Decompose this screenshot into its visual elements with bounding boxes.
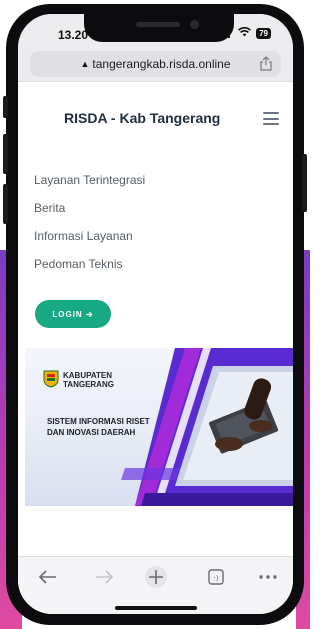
tabs-icon[interactable]: :) [202, 567, 230, 587]
nav-item-berita[interactable]: Berita [34, 194, 145, 222]
home-indicator [115, 606, 197, 610]
plus-icon[interactable] [142, 566, 170, 588]
banner-headline-line2: DAN INOVASI DAERAH [47, 428, 136, 437]
address-bar[interactable]: ▲ tangerangkab.risda.online [30, 51, 281, 77]
main-nav: Layanan Terintegrasi Berita Informasi La… [34, 166, 145, 278]
speaker [136, 22, 180, 27]
laptop-photo [175, 366, 293, 486]
notch [84, 14, 234, 42]
wifi-icon [238, 27, 252, 40]
power-button [302, 154, 307, 212]
more-icon[interactable] [254, 567, 282, 587]
volume-down-button [3, 184, 8, 224]
up-triangle-icon: ▲ [80, 59, 90, 69]
kabupaten-line2: TANGERANG [63, 380, 114, 389]
hamburger-menu-icon[interactable] [263, 112, 279, 125]
forward-arrow-icon[interactable] [90, 567, 118, 587]
back-arrow-icon[interactable] [34, 567, 62, 587]
site-header: RISDA - Kab Tangerang [18, 100, 293, 140]
banner-headline: SISTEM INFORMASI RISET DAN INOVASI DAERA… [47, 416, 150, 438]
page-blank-area [18, 506, 293, 556]
nav-item-pedoman-teknis[interactable]: Pedoman Teknis [34, 250, 145, 278]
volume-up-button [3, 134, 8, 174]
kabupaten-emblem-icon [43, 370, 59, 388]
kabupaten-label: KABUPATEN TANGERANG [63, 371, 114, 389]
mute-switch [3, 96, 8, 118]
url-text: tangerangkab.risda.online [92, 57, 231, 71]
front-camera [190, 20, 199, 29]
browser-address-area: ▲ tangerangkab.risda.online [18, 46, 293, 82]
nav-item-layanan-terintegrasi[interactable]: Layanan Terintegrasi [34, 166, 145, 194]
hero-banner: KABUPATEN TANGERANG SISTEM INFORMASI RIS… [25, 348, 293, 506]
phone-screen: 13.20 79 ▲ tangerangkab.risda.online RIS… [18, 14, 293, 614]
kabupaten-line1: KABUPATEN [63, 371, 113, 380]
banner-headline-line1: SISTEM INFORMASI RISET [47, 417, 150, 426]
battery-icon: 79 [256, 28, 271, 39]
status-time: 13.20 [58, 28, 89, 42]
share-icon[interactable] [259, 56, 273, 71]
site-title: RISDA - Kab Tangerang [64, 110, 221, 126]
nav-item-informasi-layanan[interactable]: Informasi Layanan [34, 222, 145, 250]
login-button[interactable]: LOGIN ➔ [35, 300, 111, 328]
svg-text::): :) [213, 575, 218, 583]
